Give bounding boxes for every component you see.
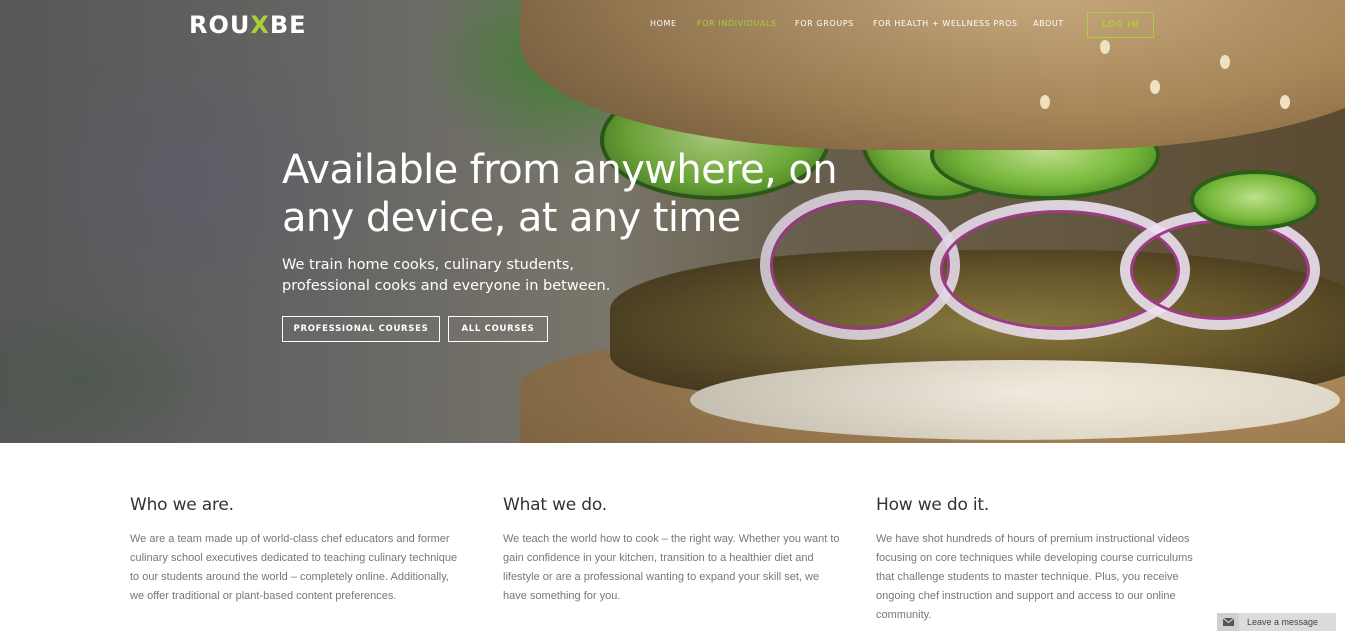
hero-subtitle: We train home cooks, culinary students, …: [282, 257, 611, 294]
who-we-are-section: Who we are. We are a team made up of wor…: [130, 495, 465, 606]
nav-item-for-individuals[interactable]: FOR INDIVIDUALS: [697, 19, 777, 28]
nav-item-for-groups[interactable]: FOR GROUPS: [795, 19, 854, 28]
login-button[interactable]: LOG IN: [1087, 12, 1154, 38]
section-body: We are a team made up of world-class che…: [130, 533, 458, 602]
hero-title: Available from anywhere, on any device, …: [282, 147, 838, 241]
what-we-do-section: What we do. We teach the world how to co…: [503, 495, 843, 606]
envelope-icon: [1217, 613, 1239, 631]
leave-message-label: Leave a message: [1247, 617, 1319, 627]
section-heading: What we do.: [503, 495, 607, 515]
section-heading: Who we are.: [130, 495, 234, 515]
nav-item-for-health-wellness-pros[interactable]: FOR HEALTH + WELLNESS PROS: [873, 19, 1018, 28]
section-body: We teach the world how to cook – the rig…: [503, 533, 840, 602]
all-courses-button[interactable]: ALL COURSES: [448, 316, 548, 342]
nav-item-about[interactable]: ABOUT: [1033, 19, 1064, 28]
leave-message-widget[interactable]: Leave a message: [1217, 613, 1336, 631]
nav-item-home[interactable]: HOME: [650, 19, 677, 28]
how-we-do-it-section: How we do it. We have shot hundreds of h…: [876, 495, 1211, 625]
section-body: We have shot hundreds of hours of premiu…: [876, 533, 1193, 621]
section-heading: How we do it.: [876, 495, 990, 515]
professional-courses-button[interactable]: PROFESSIONAL COURSES: [282, 316, 440, 342]
